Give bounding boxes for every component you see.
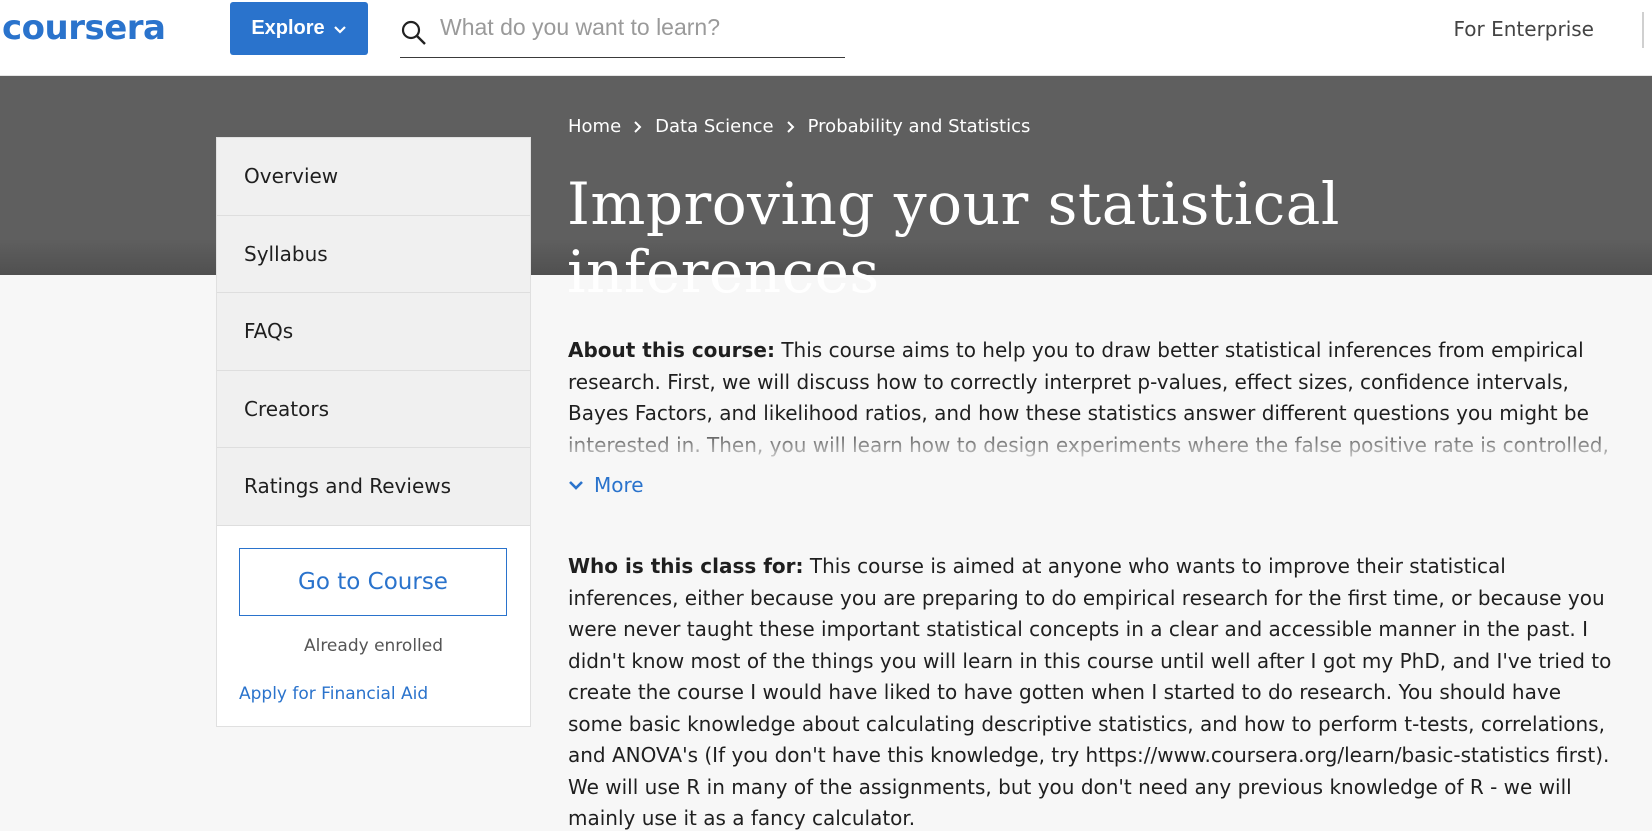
about-section: About this course: This course aims to h… (568, 335, 1618, 461)
explore-button[interactable]: Explore (230, 2, 368, 55)
sidebar-item-faqs[interactable]: FAQs (217, 293, 530, 371)
search-bar (400, 8, 845, 58)
who-text: This course is aimed at anyone who wants… (568, 554, 1612, 830)
search-icon[interactable] (400, 19, 428, 47)
chevron-right-icon (786, 120, 795, 133)
chevron-down-icon (569, 481, 583, 490)
breadcrumb: Home Data Science Probability and Statis… (568, 116, 1030, 137)
search-input[interactable] (440, 14, 830, 51)
for-enterprise-link[interactable]: For Enterprise (1454, 17, 1595, 41)
header-divider (1642, 12, 1644, 48)
sidebar-item-ratings-reviews[interactable]: Ratings and Reviews (217, 448, 530, 526)
who-section: Who is this class for: This course is ai… (568, 551, 1618, 831)
explore-label: Explore (251, 17, 325, 39)
more-toggle[interactable]: More (568, 473, 644, 497)
enrollment-status: Already enrolled (303, 635, 444, 656)
text-fade-overlay (568, 421, 1618, 461)
sidebar-item-creators[interactable]: Creators (217, 370, 530, 448)
more-label: More (594, 473, 644, 497)
sidebar-item-syllabus[interactable]: Syllabus (217, 215, 530, 293)
sidebar-item-overview[interactable]: Overview (217, 138, 530, 216)
breadcrumb-probability-statistics[interactable]: Probability and Statistics (808, 116, 1031, 137)
go-to-course-button[interactable]: Go to Course (239, 547, 507, 616)
chevron-down-icon (333, 25, 346, 34)
breadcrumb-data-science[interactable]: Data Science (655, 116, 773, 137)
financial-aid-link[interactable]: Apply for Financial Aid (239, 684, 508, 704)
top-navigation-bar: coursera Explore For Enterprise (0, 0, 1652, 76)
breadcrumb-home[interactable]: Home (568, 116, 621, 137)
course-sidebar: Overview Syllabus FAQs Creators Ratings … (216, 137, 531, 727)
coursera-logo[interactable]: coursera (2, 8, 166, 48)
who-label: Who is this class for: (568, 554, 804, 578)
chevron-right-icon (634, 120, 642, 133)
enrollment-panel: Go to Course Already enrolled Apply for … (217, 525, 530, 726)
about-label: About this course: (568, 338, 775, 362)
course-title: Improving your statistical inferences (567, 170, 1340, 306)
